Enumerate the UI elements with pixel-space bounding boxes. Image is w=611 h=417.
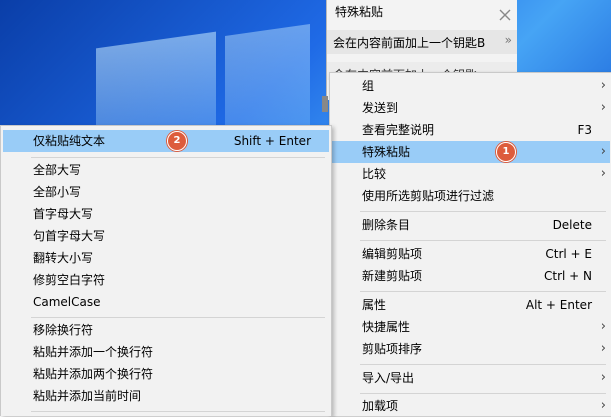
- menu-item-import-export[interactable]: 导入/导出 ›: [332, 367, 610, 389]
- menu-item-view-description[interactable]: 查看完整说明 F3: [332, 119, 610, 141]
- special-paste-submenu: 仅粘贴纯文本 2 Shift + Enter 全部大写 全部小写 首字母大写 句…: [0, 125, 332, 416]
- chevron-right-icon: ›: [600, 398, 606, 413]
- menu-item-sentence-case[interactable]: 句首字母大写: [3, 225, 329, 247]
- menu-item-label: 粘贴并添加一个换行符: [33, 345, 154, 359]
- close-icon[interactable]: [496, 6, 514, 24]
- menu-item-label: 快捷属性: [362, 320, 411, 334]
- chevron-right-icon: ›: [600, 341, 606, 356]
- step-badge: 2: [167, 131, 187, 151]
- chevron-right-icon: ›: [600, 370, 606, 385]
- menu-item-capitalize[interactable]: 首字母大写: [3, 203, 329, 225]
- menu-item-label: 删除条目: [362, 218, 411, 232]
- menu-item-paste-add-one-newline[interactable]: 粘贴并添加一个换行符: [3, 341, 329, 363]
- menu-item-paste-add-two-newlines[interactable]: 粘贴并添加两个换行符: [3, 363, 329, 385]
- chevron-right-icon: ›: [600, 100, 606, 115]
- chevron-right-icon: ›: [600, 144, 606, 159]
- menu-item-new-clip[interactable]: 新建剪贴项 Ctrl + N: [332, 265, 610, 287]
- menu-item-sort-clips[interactable]: 剪贴项排序 ›: [332, 338, 610, 360]
- menu-item-special-paste[interactable]: 特殊粘贴 1 ›: [332, 141, 610, 163]
- menu-item-label: 使用所选剪贴项进行过滤: [362, 189, 495, 203]
- menu-item-label: 粘贴并添加当前时间: [33, 389, 142, 403]
- clip-item[interactable]: 会在内容前面加上一个钥匙B »: [327, 30, 517, 54]
- menu-item-camelcase[interactable]: CamelCase: [3, 291, 329, 313]
- menu-item-label: 全部小写: [33, 185, 82, 199]
- menu-item-label: 仅粘贴纯文本: [33, 134, 106, 148]
- menu-separator: [360, 393, 606, 394]
- menu-item-label: 发送到: [362, 101, 399, 115]
- step-badge: 1: [496, 142, 516, 162]
- chevron-right-icon: ›: [600, 319, 606, 334]
- menu-item-label: 比较: [362, 167, 387, 181]
- menu-separator: [360, 240, 606, 241]
- menu-separator: [360, 211, 606, 212]
- menu-item-uppercase[interactable]: 全部大写: [3, 159, 329, 181]
- menu-item-paste-plain-text[interactable]: 仅粘贴纯文本 2 Shift + Enter: [3, 130, 329, 152]
- menu-item-label: 剪贴项排序: [362, 342, 423, 356]
- menu-item-label: 加载项: [362, 399, 399, 413]
- menu-separator: [31, 157, 325, 158]
- menu-item-label: 全部大写: [33, 163, 82, 177]
- menu-item-label: 编辑剪贴项: [362, 247, 423, 261]
- menu-item-paste-add-time[interactable]: 粘贴并添加当前时间: [3, 385, 329, 407]
- menu-item-shortcut: F3: [577, 123, 592, 137]
- menu-item-remove-line-breaks[interactable]: 移除换行符: [3, 319, 329, 341]
- double-chevron-right-icon[interactable]: »: [505, 33, 512, 47]
- menu-item-properties[interactable]: 属性 Alt + Enter: [332, 294, 610, 316]
- menu-item-label: 特殊粘贴: [362, 145, 411, 159]
- menu-item-label: 翻转大小写: [33, 251, 94, 265]
- menu-item-group[interactable]: 组 ›: [332, 75, 610, 97]
- menu-item-shortcut: Delete: [552, 218, 592, 232]
- menu-item-shortcut: Ctrl + N: [543, 269, 592, 283]
- menu-item-lowercase[interactable]: 全部小写: [3, 181, 329, 203]
- menu-item-label: 组: [362, 79, 375, 93]
- menu-item-label: 粘贴并添加两个换行符: [33, 367, 154, 381]
- menu-item-addons[interactable]: 加载项 ›: [332, 395, 610, 417]
- clip-window-title: 特殊粘贴: [335, 5, 384, 19]
- menu-item-label: 修剪空白字符: [33, 273, 106, 287]
- context-menu: 组 › 发送到 › 查看完整说明 F3 特殊粘贴 1 › 比较 › 使用所选剪贴…: [329, 72, 611, 416]
- chevron-right-icon: ›: [600, 166, 606, 181]
- menu-item-filter-by-selected[interactable]: 使用所选剪贴项进行过滤: [332, 185, 610, 207]
- menu-item-invert-case[interactable]: 翻转大小写: [3, 247, 329, 269]
- clip-item-text: 会在内容前面加上一个钥匙B: [333, 36, 486, 50]
- menu-separator: [31, 411, 325, 412]
- menu-separator: [360, 291, 606, 292]
- menu-item-trim-whitespace[interactable]: 修剪空白字符: [3, 269, 329, 291]
- menu-item-shortcut: Ctrl + E: [545, 247, 592, 261]
- menu-separator: [31, 317, 325, 318]
- menu-item-compare[interactable]: 比较 ›: [332, 163, 610, 185]
- menu-item-shortcut: Shift + Enter: [233, 134, 311, 148]
- menu-item-label: 移除换行符: [33, 323, 94, 337]
- menu-item-delete[interactable]: 删除条目 Delete: [332, 214, 610, 236]
- menu-item-label: CamelCase: [33, 295, 101, 309]
- menu-item-send-to[interactable]: 发送到 ›: [332, 97, 610, 119]
- menu-item-label: 新建剪贴项: [362, 269, 423, 283]
- menu-item-label: 句首字母大写: [33, 229, 106, 243]
- menu-item-shortcut: Alt + Enter: [525, 298, 592, 312]
- menu-item-label: 属性: [362, 298, 387, 312]
- chevron-right-icon: ›: [600, 78, 606, 93]
- scrollbar-thumb[interactable]: [322, 96, 328, 112]
- menu-item-label: 导入/导出: [362, 371, 415, 385]
- menu-item-label: 查看完整说明: [362, 123, 435, 137]
- menu-separator: [360, 364, 606, 365]
- menu-item-label: 首字母大写: [33, 207, 94, 221]
- menu-item-edit-clip[interactable]: 编辑剪贴项 Ctrl + E: [332, 243, 610, 265]
- menu-item-quick-properties[interactable]: 快捷属性 ›: [332, 316, 610, 338]
